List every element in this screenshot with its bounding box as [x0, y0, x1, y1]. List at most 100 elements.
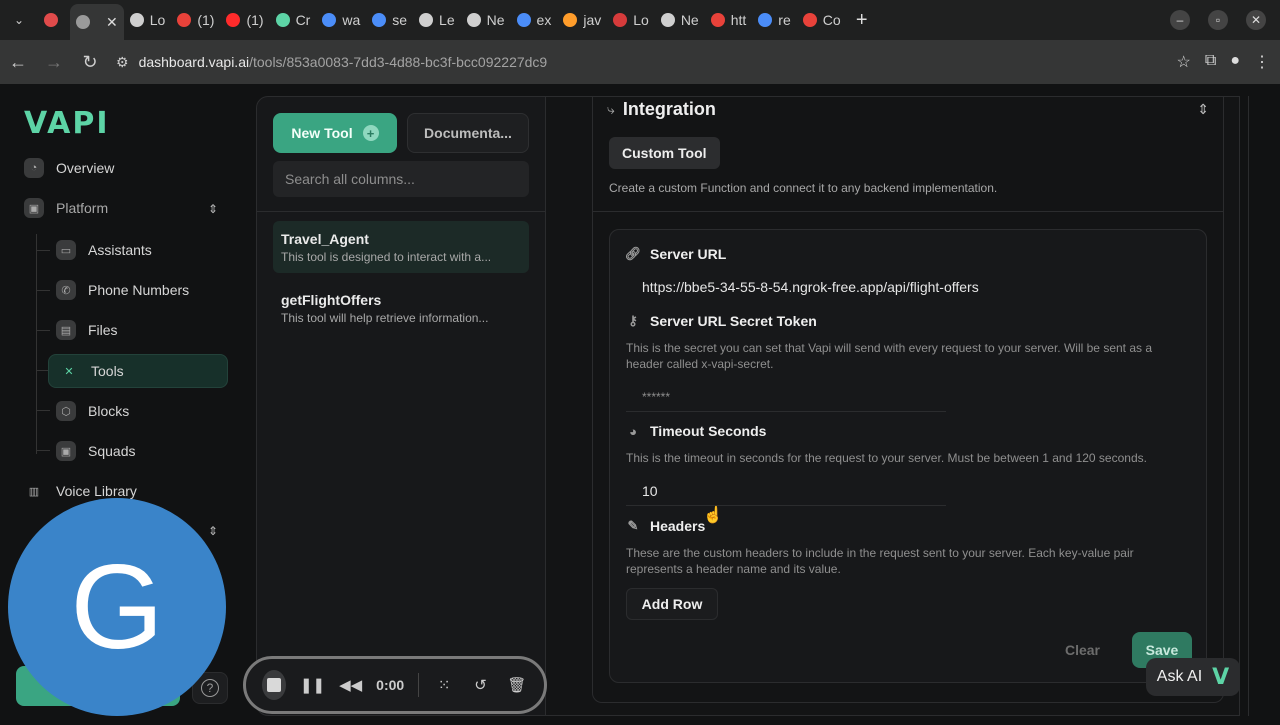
tree-branch [36, 410, 50, 411]
tab-favicon-icon [177, 13, 192, 27]
integration-section: ⤷ Integration ⇕ Custom Tool Create a cus… [592, 97, 1224, 703]
minimize-button[interactable]: – [1170, 10, 1190, 30]
browser-tab[interactable]: ✕ [70, 4, 124, 40]
tab-label: Le [439, 12, 455, 28]
sidebar-item-label: Assistants [88, 242, 152, 258]
profile-icon[interactable]: ● [1230, 52, 1240, 72]
stop-button[interactable] [262, 670, 286, 700]
tab-label: Lo [149, 12, 166, 28]
browser-tab[interactable]: Lo [124, 4, 172, 36]
sidebar-item-overview[interactable]: ◔ Overview [24, 158, 114, 178]
ask-ai-label: Ask AI [1156, 668, 1203, 685]
browser-tab[interactable]: (1) [171, 4, 220, 36]
scrollbar[interactable] [1248, 96, 1256, 716]
headers-label: ✎ Headers [626, 518, 706, 534]
close-window-button[interactable]: ✕ [1246, 10, 1266, 30]
address-bar: ← → ↻ ⚙ dashboard.vapi.ai/tools/853a0083… [0, 40, 1280, 84]
secret-token-input[interactable] [626, 382, 946, 412]
browser-tab[interactable]: re [752, 4, 796, 36]
sidebar-item-platform[interactable]: ▣ Platform [24, 198, 108, 218]
trash-icon[interactable]: 🗑︎ [506, 671, 528, 699]
browser-tab[interactable]: Co [797, 4, 847, 36]
edit-icon: ✎ [627, 518, 639, 533]
tool-description: This tool will help retrieve information… [281, 311, 489, 325]
label-text: Server URL [650, 246, 727, 262]
browser-tab[interactable]: Cr [270, 4, 317, 36]
clock-icon: ◕ [629, 423, 637, 439]
maximize-button[interactable]: ▫ [1208, 10, 1228, 30]
sidebar-item-files[interactable]: ▤ Files [56, 320, 118, 340]
sidebar-item-tools[interactable]: ✕ Tools [48, 354, 228, 388]
timeout-input[interactable] [626, 476, 946, 506]
browser-tab[interactable]: Ne [461, 4, 511, 36]
browser-tab[interactable]: wa [316, 4, 366, 36]
label-text: Server URL Secret Token [650, 313, 817, 329]
reload-icon[interactable]: ↻ [72, 44, 108, 80]
ask-ai-button[interactable]: Ask AI V [1146, 658, 1240, 696]
browser-tab[interactable]: se [366, 4, 413, 36]
sidebar-item-assistants[interactable]: ▭ Assistants [56, 240, 152, 260]
tab-favicon-icon [710, 13, 725, 27]
browser-tab[interactable]: Lo [607, 4, 655, 36]
site-info-icon[interactable]: ⚙ [116, 54, 129, 71]
sidebar-item-label: Files [88, 322, 118, 338]
tab-label: (1) [246, 12, 264, 28]
server-settings-card: 🔗︎ Server URL ⚷ Server URL Secret Token … [609, 229, 1207, 683]
rewind-icon[interactable]: ◀◀ [339, 671, 362, 699]
tool-list-item[interactable]: Travel_Agent This tool is designed to in… [273, 221, 529, 273]
browser-tab-strip: ⌄ ✕ Lo (1) (1) Cr wa se Le Ne ex jav Lo Ne htt re Co + … [0, 0, 1280, 40]
tab-favicon-icon [758, 13, 773, 27]
timeout-help: This is the timeout in seconds for the r… [626, 451, 1147, 465]
forward-icon[interactable]: → [36, 44, 72, 80]
browser-tab[interactable] [38, 4, 70, 36]
sidebar-item-squads[interactable]: ▣ Squads [56, 441, 135, 461]
tool-list-item[interactable]: getFlightOffers This tool will help retr… [273, 282, 529, 334]
close-tab-icon[interactable]: ✕ [106, 14, 118, 31]
sidebar-item-phone-numbers[interactable]: ✆ Phone Numbers [56, 280, 189, 300]
grid-icon[interactable]: ⁙ [433, 671, 455, 699]
tree-branch [36, 330, 50, 331]
browser-tab[interactable]: jav [557, 4, 607, 36]
browser-tab[interactable]: Ne [655, 4, 705, 36]
section-chevron-icon[interactable]: ⇕ [208, 524, 218, 538]
new-tool-label: New Tool [291, 125, 353, 141]
custom-tool-button[interactable]: Custom Tool [609, 137, 720, 169]
bookmark-star-icon[interactable]: ☆ [1177, 52, 1191, 72]
sidebar-item-label: Squads [88, 443, 136, 459]
menu-dots-icon[interactable]: ⋮ [1254, 52, 1270, 72]
vapi-v-logo-icon: V [1212, 664, 1230, 690]
tab-label: re [778, 12, 791, 28]
url-field[interactable]: ⚙ dashboard.vapi.ai/tools/853a0083-7dd3-… [116, 54, 547, 71]
pause-icon[interactable]: ❚❚ [300, 671, 325, 699]
new-tab-button[interactable]: + [847, 9, 877, 32]
vapi-logo[interactable]: VAPI [24, 106, 110, 141]
search-input[interactable] [273, 161, 529, 197]
new-tool-button[interactable]: New Tool + [273, 113, 397, 153]
browser-tab[interactable]: htt [705, 4, 753, 36]
back-icon[interactable]: ← [0, 44, 36, 80]
sidebar-item-blocks[interactable]: ⬡ Blocks [56, 401, 129, 421]
integration-title: Integration [622, 99, 716, 119]
platform-chevron-icon[interactable]: ⇕ [208, 202, 218, 216]
tab-favicon-icon [275, 13, 290, 27]
add-row-button[interactable]: Add Row [626, 588, 718, 620]
tab-label: wa [342, 12, 361, 28]
tab-search-chevron-icon[interactable]: ⌄ [0, 0, 38, 40]
tab-favicon-icon [563, 13, 578, 27]
sidebar-item-label: Tools [91, 363, 124, 379]
collapse-chevron-icon[interactable]: ⇕ [1197, 101, 1209, 118]
browser-tab[interactable]: (1) [220, 4, 269, 36]
tools-icon: ✕ [64, 365, 74, 378]
restart-icon[interactable]: ↺ [469, 671, 491, 699]
webcam-avatar: G [8, 498, 226, 716]
documentation-button[interactable]: Documenta... [407, 113, 529, 153]
link-icon: 🔗︎ [624, 246, 642, 261]
integration-header: ⤷ Integration [607, 99, 716, 120]
page: VAPI ◔ Overview ▣ Platform ⇕ ▭ Assistant… [0, 84, 1280, 725]
url-host: dashboard.vapi.ai [138, 54, 250, 70]
extensions-icon[interactable]: ⧉ [1205, 52, 1216, 72]
server-url-input[interactable] [626, 272, 1006, 302]
browser-tab[interactable]: Le [413, 4, 461, 36]
clear-button[interactable]: Clear [1051, 632, 1114, 668]
browser-tab[interactable]: ex [511, 4, 558, 36]
